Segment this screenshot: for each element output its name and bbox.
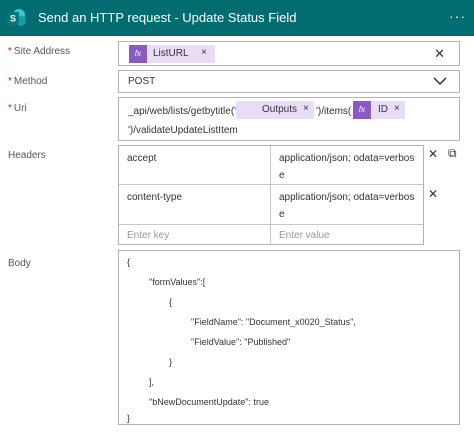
body-line: "FieldName": "Document_x0020_Status", xyxy=(191,317,356,327)
expression-icon: fx xyxy=(129,45,147,63)
listurl-token-text: ListURL xyxy=(153,48,189,59)
expression-icon: fx xyxy=(353,101,371,119)
header-key-content-type[interactable]: content-type xyxy=(127,192,182,203)
method-select[interactable]: POST xyxy=(118,70,460,93)
enter-key-input[interactable]: Enter key xyxy=(127,230,169,241)
uri-label: * Uri xyxy=(8,103,27,114)
headers-row-divider xyxy=(119,184,423,185)
id-token-text: ID xyxy=(378,104,388,115)
clear-icon[interactable]: ✕ xyxy=(434,46,445,62)
header-value-content-type[interactable]: application/json; odata=verbos xyxy=(279,192,414,203)
delete-row-icon[interactable]: ✕ xyxy=(428,147,438,161)
listurl-token[interactable]: fx ListURL × xyxy=(129,45,215,63)
body-field[interactable]: { "formValues":[ { "FieldName": "Documen… xyxy=(118,250,460,425)
site-address-label-text: Site Address xyxy=(13,46,71,57)
headers-label: Headers xyxy=(8,150,46,161)
header-value-accept[interactable]: application/json; odata=verbos xyxy=(279,153,414,164)
action-header[interactable]: S Send an HTTP request - Update Status F… xyxy=(0,0,474,36)
outputs-token-text: Outputs xyxy=(262,104,298,115)
remove-token-icon[interactable]: × xyxy=(201,47,207,58)
header-value-accept-wrap: e xyxy=(279,170,285,181)
body-label: Body xyxy=(8,258,31,269)
body-line: "formValues":[ xyxy=(149,277,206,287)
svg-text:S: S xyxy=(10,14,16,24)
outputs-token[interactable]: Outputs × xyxy=(236,101,314,119)
body-line: { xyxy=(127,257,131,267)
headers-table: accept application/json; odata=verbos e … xyxy=(118,145,424,245)
header-key-accept[interactable]: accept xyxy=(127,153,156,164)
body-line: } xyxy=(127,413,131,423)
copy-icon[interactable]: ⧉ xyxy=(448,146,457,161)
more-options-icon[interactable]: ··· xyxy=(449,8,466,24)
uri-label-text: Uri xyxy=(13,103,27,114)
headers-row-divider xyxy=(119,224,423,225)
id-token[interactable]: fx ID × xyxy=(353,101,405,119)
required-marker: * xyxy=(8,46,12,57)
enter-value-input[interactable]: Enter value xyxy=(279,230,330,241)
site-address-label: * Site Address xyxy=(8,46,70,57)
required-marker: * xyxy=(8,103,12,114)
remove-token-icon[interactable]: × xyxy=(303,103,309,114)
header-value-content-type-wrap: e xyxy=(279,209,285,220)
sharepoint-logo-icon: S xyxy=(7,9,26,26)
method-label-text: Method xyxy=(13,76,48,87)
method-value: POST xyxy=(128,76,156,87)
uri-field[interactable]: _api/web/lists/getbytitle(' Outputs × ')… xyxy=(118,97,460,141)
body-line: { xyxy=(169,297,173,307)
site-address-field[interactable]: fx ListURL × ✕ xyxy=(118,41,460,66)
uri-text-part2: ')/items( xyxy=(316,106,352,117)
headers-column-divider xyxy=(270,146,271,244)
uri-text-part3: ')/validateUpdateListItem xyxy=(128,125,238,136)
method-label: * Method xyxy=(8,76,47,87)
delete-row-icon[interactable]: ✕ xyxy=(428,187,438,201)
required-marker: * xyxy=(8,76,12,87)
body-line: "bNewDocumentUpdate": true xyxy=(149,397,269,407)
remove-token-icon[interactable]: × xyxy=(394,103,400,114)
body-line: ], xyxy=(149,377,155,387)
body-line: "FieldValue": "Published" xyxy=(191,337,291,347)
chevron-down-icon[interactable] xyxy=(433,77,447,86)
action-title: Send an HTTP request - Update Status Fie… xyxy=(38,10,297,25)
uri-text-part1: _api/web/lists/getbytitle(' xyxy=(128,106,237,117)
body-line: } xyxy=(169,357,173,367)
